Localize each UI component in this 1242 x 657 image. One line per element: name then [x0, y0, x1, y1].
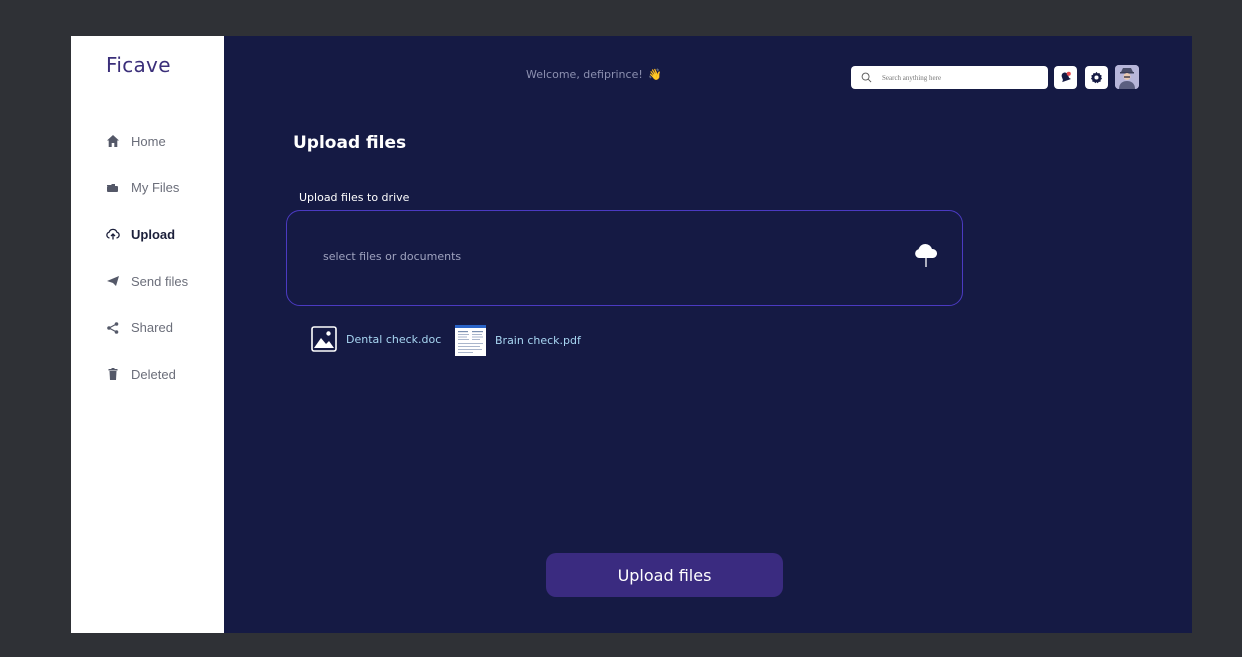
sidebar-item-label: My Files — [131, 180, 180, 196]
cloud-upload-icon — [105, 226, 121, 242]
send-icon — [105, 273, 121, 289]
notifications-button[interactable] — [1054, 66, 1077, 89]
main-content: Welcome, defiprince! 👋 Upload files Upl — [224, 36, 1192, 633]
upload-files-button[interactable]: Upload files — [546, 553, 783, 597]
file-name: Dental check.doc — [346, 332, 442, 346]
file-name: Brain check.pdf — [495, 334, 581, 347]
document-file-icon — [455, 325, 486, 356]
dropzone-text: select files or documents — [323, 250, 462, 263]
page-title: Upload files — [293, 133, 407, 153]
sidebar-item-label: Home — [131, 133, 166, 149]
gear-icon — [1090, 71, 1103, 84]
welcome-message: Welcome, defiprince! 👋 — [526, 68, 662, 81]
avatar[interactable] — [1115, 65, 1139, 89]
sidebar-item-home[interactable]: Home — [105, 130, 188, 152]
sidebar-item-label: Upload — [131, 226, 176, 242]
sidebar-item-shared[interactable]: Shared — [105, 317, 188, 339]
sidebar-item-send-files[interactable]: Send files — [105, 270, 188, 292]
sidebar-item-upload[interactable]: Upload — [105, 223, 188, 245]
attached-file[interactable]: Dental check.doc — [311, 325, 441, 353]
folder-icon — [105, 180, 121, 196]
search-icon — [861, 72, 872, 83]
home-icon — [105, 133, 121, 149]
wave-icon: 👋 — [648, 68, 662, 81]
sidebar-item-label: Shared — [131, 320, 173, 336]
search-bar[interactable] — [851, 66, 1048, 89]
sidebar-item-label: Deleted — [131, 366, 176, 382]
cloud-upload-icon — [915, 243, 938, 267]
bell-icon — [1061, 71, 1071, 83]
section-label: Upload files to drive — [299, 191, 410, 204]
settings-button[interactable] — [1085, 66, 1108, 89]
user-avatar-icon — [1115, 65, 1139, 89]
share-icon — [105, 320, 121, 336]
sidebar-item-label: Send files — [131, 273, 189, 289]
sidebar-item-my-files[interactable]: My Files — [105, 177, 188, 199]
app-window: Ficave Home My Files Upload Send files S… — [71, 36, 1192, 633]
app-logo: Ficave — [106, 53, 171, 77]
file-dropzone[interactable]: select files or documents — [286, 210, 963, 306]
sidebar-item-deleted[interactable]: Deleted — [105, 363, 188, 385]
attached-file[interactable]: Brain check.pdf — [455, 325, 581, 356]
trash-icon — [105, 366, 121, 382]
image-file-icon — [311, 325, 337, 353]
sidebar-nav: Home My Files Upload Send files Shared D… — [105, 130, 188, 410]
welcome-text: Welcome, defiprince! — [526, 68, 643, 81]
sidebar: Ficave Home My Files Upload Send files S… — [71, 36, 224, 633]
search-input[interactable] — [882, 73, 1032, 82]
